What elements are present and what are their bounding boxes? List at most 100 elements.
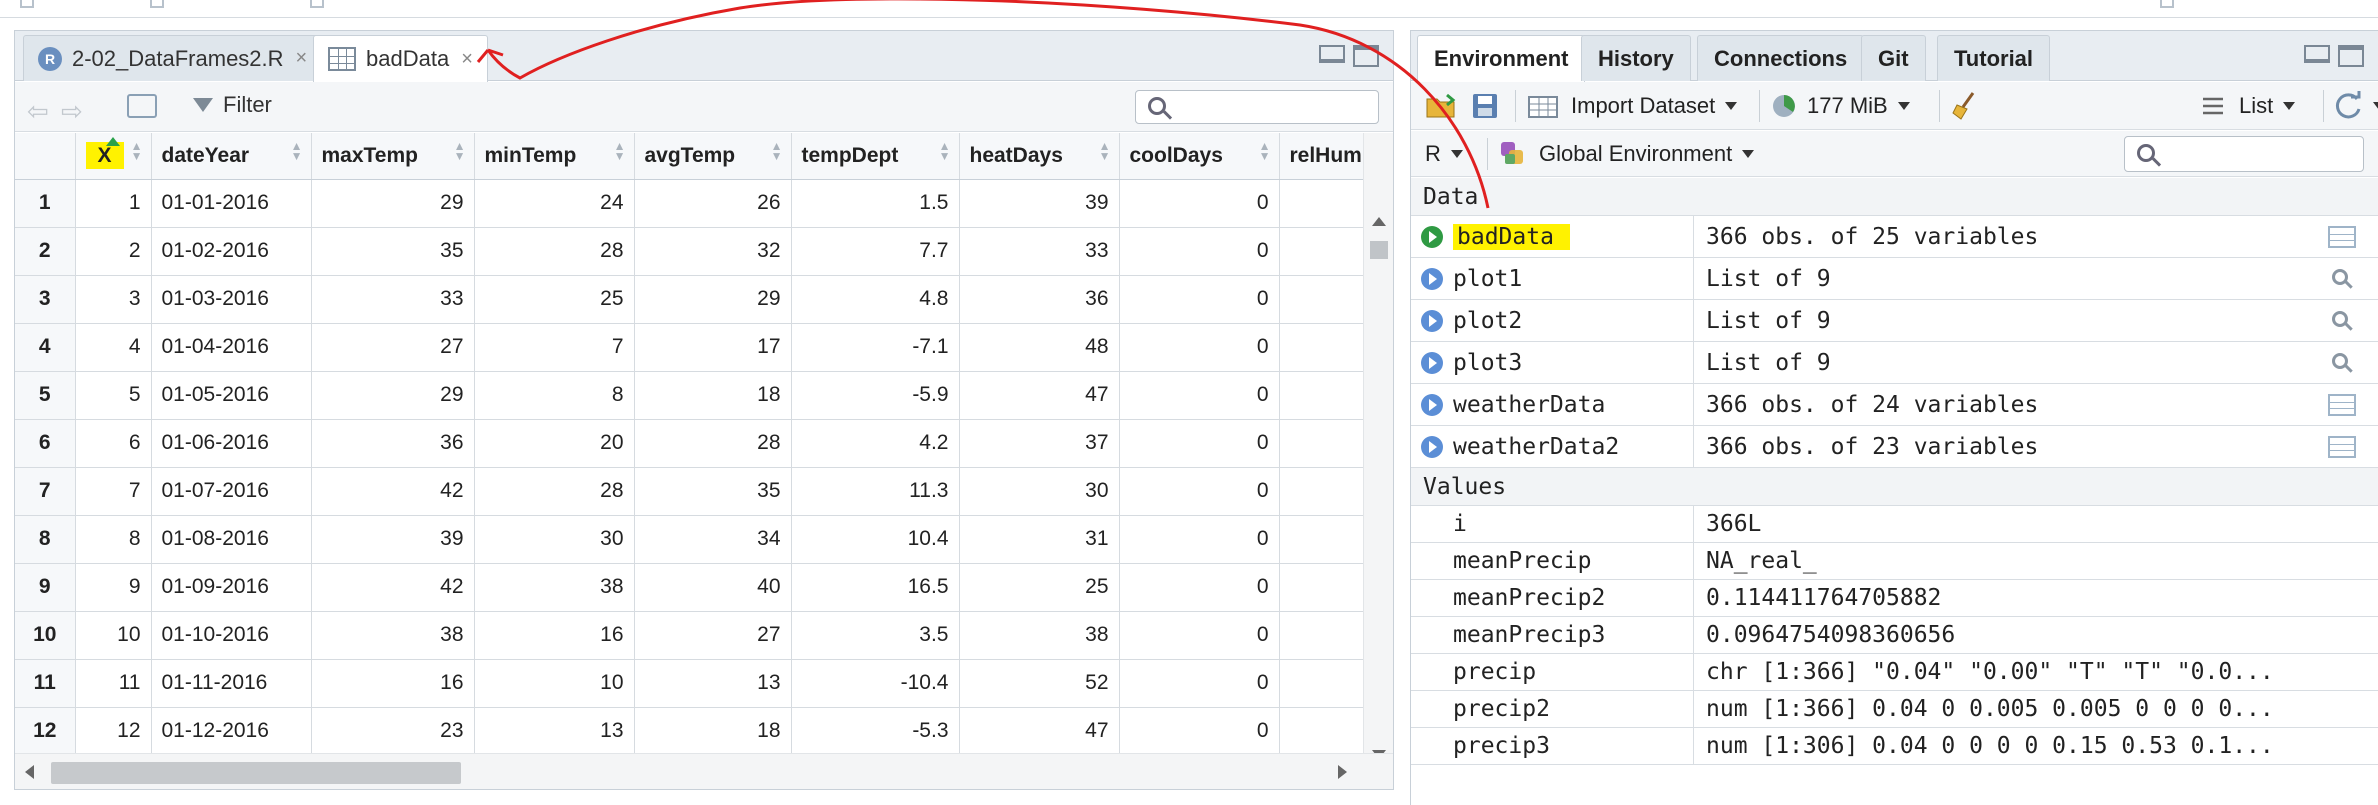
environment-data-row[interactable]: plot3 List of 9 (1411, 342, 2378, 384)
horizontal-scrollbar[interactable] (15, 753, 1393, 789)
value-summary: 366L (1706, 511, 1762, 537)
table-row[interactable]: 4 4 01-04-2016 27 7 17 -7.1 48 0 (15, 323, 1365, 372)
magnifier-icon[interactable] (2332, 353, 2348, 369)
chevron-down-icon (2283, 102, 2296, 110)
minimize-pane-icon[interactable] (2304, 45, 2330, 63)
save-workspace-button[interactable] (1471, 82, 1499, 130)
close-icon[interactable]: × (296, 47, 308, 70)
table-cell (1279, 179, 1365, 228)
forward-arrow-icon[interactable]: ⇨ (61, 96, 83, 127)
clear-workspace-button[interactable] (1951, 82, 1981, 130)
pane-window-controls (1319, 45, 1379, 67)
environment-select[interactable]: Global Environment (1499, 131, 1755, 177)
value-name: meanPrecip3 (1453, 622, 1606, 648)
table-row[interactable]: 11 11 01-11-2016 16 10 13 -10.4 52 0 (15, 659, 1365, 708)
magnifier-icon[interactable] (2332, 269, 2348, 285)
view-mode-list-button[interactable]: List (2201, 82, 2296, 130)
expand-object-icon[interactable] (1421, 435, 1443, 458)
expand-object-icon[interactable] (1421, 267, 1443, 290)
expand-object-icon[interactable] (1421, 309, 1443, 332)
memory-usage-button[interactable]: 177 MiB (1771, 82, 1910, 130)
row-number: 8 (15, 515, 76, 564)
tab-baddata[interactable]: badData × (313, 35, 488, 82)
column-header-cooldays[interactable]: coolDays ▲ ▼ (1119, 133, 1280, 180)
magnifier-icon[interactable] (2332, 311, 2348, 327)
table-row[interactable]: 2 2 01-02-2016 35 28 32 7.7 33 0 (15, 227, 1365, 276)
environment-value-row[interactable]: meanPrecip2 0.114411764705882 (1411, 580, 2378, 617)
refresh-button[interactable] (2333, 82, 2378, 130)
viewer-search-input[interactable] (1135, 90, 1379, 124)
column-header-heatdays[interactable]: heatDays ▲ ▼ (959, 133, 1120, 180)
environment-value-row[interactable]: precip2 num [1:366] 0.04 0 0.005 0.005 0 … (1411, 691, 2378, 728)
column-header-mintemp[interactable]: minTemp ▲ ▼ (474, 133, 635, 180)
expand-object-icon[interactable] (1421, 225, 1443, 248)
table-cell: 01-04-2016 (151, 323, 312, 372)
view-table-icon[interactable] (2328, 225, 2356, 248)
environment-data-row[interactable]: badData 366 obs. of 25 variables (1411, 216, 2378, 258)
environment-data-row[interactable]: plot2 List of 9 (1411, 300, 2378, 342)
environment-value-row[interactable]: precip3 num [1:306] 0.04 0 0 0 0 0.15 0.5… (1411, 728, 2378, 765)
column-header-avgtemp[interactable]: avgTemp ▲ ▼ (634, 133, 792, 180)
tab-environment[interactable]: Environment (1417, 35, 1586, 82)
environment-tabbar: Environment History Connections Git Tuto… (1411, 31, 2378, 82)
table-row[interactable]: 3 3 01-03-2016 33 25 29 4.8 36 0 (15, 275, 1365, 324)
maximize-pane-icon[interactable] (2338, 45, 2364, 67)
table-row[interactable]: 10 10 01-10-2016 38 16 27 3.5 38 0 (15, 611, 1365, 660)
environment-data-row[interactable]: weatherData 366 obs. of 24 variables (1411, 384, 2378, 426)
environment-value-row[interactable]: i 366L (1411, 506, 2378, 543)
language-select[interactable]: R (1425, 131, 1463, 177)
table-cell (1279, 227, 1365, 276)
environment-value-row[interactable]: meanPrecip3 0.0964754098360656 (1411, 617, 2378, 654)
tab-script[interactable]: R 2-02_DataFrames2.R × (23, 35, 323, 81)
scroll-thumb[interactable] (1370, 241, 1388, 259)
table-cell: 28 (474, 227, 635, 276)
table-row[interactable]: 5 5 01-05-2016 29 8 18 -5.9 47 0 (15, 371, 1365, 420)
tab-connections[interactable]: Connections (1697, 35, 1865, 81)
view-table-icon[interactable] (2328, 393, 2356, 416)
scroll-right-icon[interactable] (1338, 765, 1347, 779)
environment-value-row[interactable]: meanPrecip NA_real_ (1411, 543, 2378, 580)
column-header-dateyear[interactable]: dateYear ▲ ▼ (151, 133, 312, 180)
table-cell: 10 (75, 611, 152, 660)
environment-data-row[interactable]: weatherData2 366 obs. of 23 variables (1411, 426, 2378, 468)
environment-data-row[interactable]: plot1 List of 9 (1411, 258, 2378, 300)
filter-button[interactable]: Filter (193, 92, 272, 118)
table-row[interactable]: 6 6 01-06-2016 36 20 28 4.2 37 0 (15, 419, 1365, 468)
table-row[interactable]: 1 1 01-01-2016 29 24 26 1.5 39 0 (15, 179, 1365, 228)
table-cell: 40 (634, 563, 792, 612)
column-header-maxtemp[interactable]: maxTemp ▲ ▼ (311, 133, 475, 180)
environment-search-input[interactable] (2124, 136, 2364, 172)
table-cell: 3 (75, 275, 152, 324)
tab-git[interactable]: Git (1861, 35, 1926, 81)
expand-object-icon[interactable] (1421, 351, 1443, 374)
column-header-x[interactable]: X ▲ ▼ (75, 133, 152, 180)
table-row[interactable]: 9 9 01-09-2016 42 38 40 16.5 25 0 (15, 563, 1365, 612)
table-cell: 33 (311, 275, 475, 324)
load-workspace-button[interactable] (1425, 82, 1459, 130)
table-row[interactable]: 8 8 01-08-2016 39 30 34 10.4 31 0 (15, 515, 1365, 564)
tab-history[interactable]: History (1581, 35, 1691, 81)
table-cell: -10.4 (791, 659, 960, 708)
close-icon[interactable]: × (461, 48, 473, 71)
table-row[interactable]: 7 7 01-07-2016 42 28 35 11.3 30 0 (15, 467, 1365, 516)
column-header-tempdept[interactable]: tempDept ▲ ▼ (791, 133, 960, 180)
minimize-pane-icon[interactable] (1319, 45, 1345, 63)
vertical-scrollbar[interactable] (1363, 133, 1393, 773)
environment-value-row[interactable]: precip chr [1:366] "0.04" "0.00" "T" "T" … (1411, 654, 2378, 691)
back-arrow-icon[interactable]: ⇦ (27, 96, 49, 127)
scroll-thumb[interactable] (51, 762, 461, 784)
scroll-left-icon[interactable] (25, 765, 34, 779)
maximize-pane-icon[interactable] (1353, 45, 1379, 67)
tab-tutorial[interactable]: Tutorial (1937, 35, 2051, 81)
table-cell: 01-02-2016 (151, 227, 312, 276)
table-row[interactable]: 12 12 01-12-2016 23 13 18 -5.3 47 0 (15, 707, 1365, 753)
column-header-relhum[interactable]: relHum (1279, 133, 1365, 180)
view-table-icon[interactable] (2328, 435, 2356, 458)
table-cell: 0 (1119, 659, 1280, 708)
popout-window-icon[interactable] (127, 94, 157, 118)
scroll-up-icon[interactable] (1372, 217, 1386, 226)
table-cell: 7.7 (791, 227, 960, 276)
expand-object-icon[interactable] (1421, 393, 1443, 416)
data-grid: X ▲ ▼ dateYear ▲ ▼ maxTemp ▲ ▼ minTemp ▲ ▼ avgTe… (15, 133, 1365, 753)
import-dataset-button[interactable]: Import Dataset (1527, 82, 1738, 130)
